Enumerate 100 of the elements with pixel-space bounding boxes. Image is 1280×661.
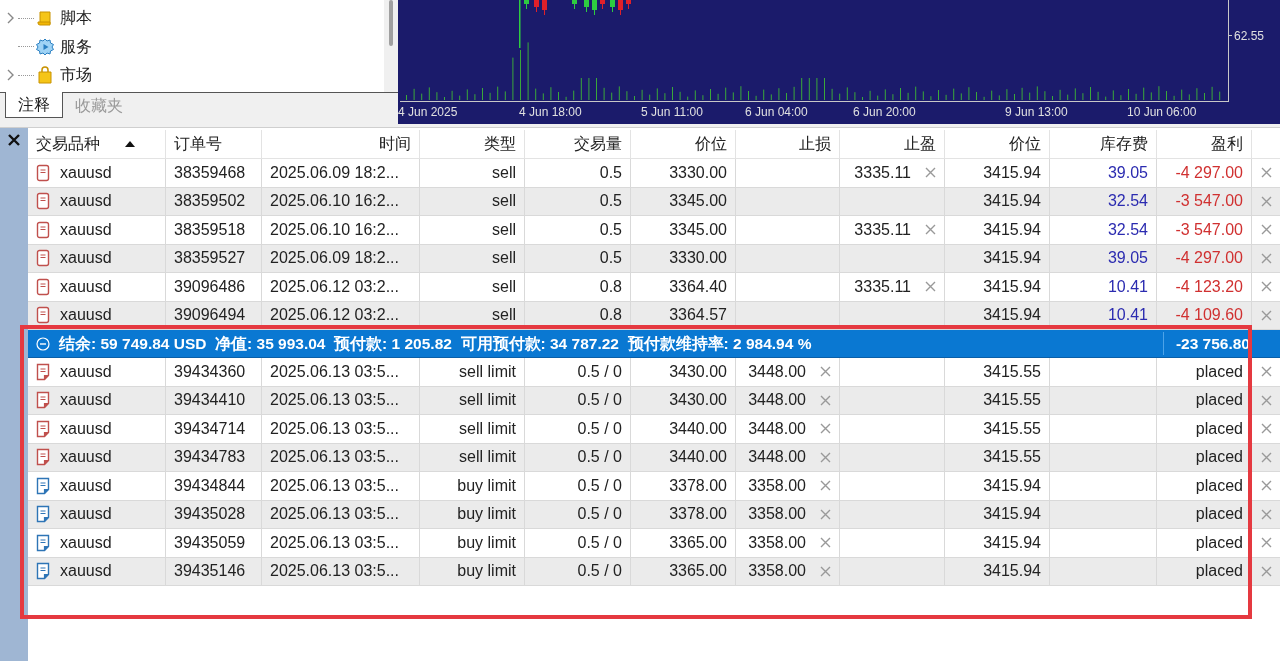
table-cell-text: 0.5 / 0 <box>577 561 622 582</box>
column-header[interactable]: 库存费 <box>1100 132 1148 156</box>
table-cell-text: 39434714 <box>174 418 246 439</box>
table-cell-text: 3378.00 <box>669 504 727 525</box>
table-cell-text: 3415.94 <box>983 475 1041 496</box>
time-axis-label: 6 Jun 20:00 <box>853 104 916 121</box>
table-cell-text: 3358.00 <box>748 532 806 553</box>
remove-icon[interactable] <box>820 508 831 520</box>
table-cell-text: 38359468 <box>174 162 246 183</box>
table-cell-text: placed <box>1195 361 1243 382</box>
column-header[interactable]: 盈利 <box>1211 132 1243 156</box>
table-cell-text: buy limit <box>457 532 516 553</box>
table-cell-text: placed <box>1195 390 1243 411</box>
remove-icon[interactable] <box>820 366 831 378</box>
close-icon[interactable] <box>8 134 20 146</box>
table-cell-text: 3345.00 <box>669 219 727 240</box>
table-cell-text: 3415.94 <box>983 248 1041 269</box>
table-cell-text: sell <box>492 305 516 326</box>
table-cell-text: xauusd <box>60 475 112 496</box>
remove-icon[interactable] <box>925 281 936 293</box>
table-cell-text: 3415.94 <box>983 276 1041 297</box>
table-cell-text: 38359518 <box>174 219 246 240</box>
table-cell-text: xauusd <box>60 276 112 297</box>
table-cell-text: 2025.06.12 03:2... <box>270 305 399 326</box>
table-cell-text: 39434844 <box>174 475 246 496</box>
remove-icon[interactable] <box>820 451 831 463</box>
table-cell-text: sell <box>492 248 516 269</box>
table-cell-text: 0.5 / 0 <box>577 390 622 411</box>
candlestick <box>542 0 547 15</box>
remove-icon[interactable] <box>820 394 831 406</box>
table-cell-text: xauusd <box>60 447 112 468</box>
table-cell-text: xauusd <box>60 390 112 411</box>
time-axis-label: 5 Jun 11:00 <box>641 104 703 121</box>
table-cell-text: placed <box>1195 504 1243 525</box>
table-cell-text: 3448.00 <box>748 418 806 439</box>
tree-item[interactable]: 脚本 <box>60 6 92 31</box>
table-cell-text: 3358.00 <box>748 561 806 582</box>
table-cell-text: 32.54 <box>1107 191 1148 212</box>
expand-chevron-icon[interactable] <box>6 11 16 26</box>
candlestick <box>618 0 623 15</box>
table-cell-text: 2025.06.13 03:5... <box>270 532 399 553</box>
price-axis-label: 62.55 <box>1234 28 1265 45</box>
table-cell-text: 2025.06.13 03:5... <box>270 361 399 382</box>
table-cell-text: 3335.11 <box>854 219 911 240</box>
table-cell-text: 39434783 <box>174 447 246 468</box>
remove-icon[interactable] <box>925 224 936 236</box>
scrollbar-thumb[interactable] <box>389 0 393 46</box>
table-cell-text: 3415.55 <box>983 390 1041 411</box>
table-cell-text: 3415.94 <box>983 504 1041 525</box>
table-cell-text: 2025.06.13 03:5... <box>270 418 399 439</box>
table-cell-text: placed <box>1195 475 1243 496</box>
column-header[interactable]: 价位 <box>1009 132 1041 156</box>
candlestick <box>572 0 577 9</box>
column-header[interactable]: 止损 <box>799 132 831 156</box>
table-cell-text: 3358.00 <box>748 504 806 525</box>
table-cell-text: 2025.06.10 16:2... <box>270 191 399 212</box>
table-cell-text: xauusd <box>60 418 112 439</box>
table-cell-text: 38359502 <box>174 191 246 212</box>
table-cell-text: sell <box>492 276 516 297</box>
remove-icon[interactable] <box>820 565 831 577</box>
table-cell-text: 39434360 <box>174 361 246 382</box>
remove-icon[interactable] <box>820 480 831 492</box>
column-header[interactable]: 时间 <box>379 132 411 156</box>
column-header[interactable]: 止盈 <box>904 132 936 156</box>
tree-item[interactable]: 市场 <box>60 63 92 88</box>
column-header[interactable]: 类型 <box>484 132 516 156</box>
collapse-icon[interactable] <box>36 336 50 351</box>
column-header[interactable]: 订单号 <box>174 132 222 156</box>
table-cell-text: 3415.94 <box>983 219 1041 240</box>
tree-item[interactable]: 服务 <box>60 34 92 59</box>
table-cell-text: 39096494 <box>174 305 246 326</box>
table-cell-text: 3415.55 <box>983 418 1041 439</box>
remove-icon[interactable] <box>925 167 936 179</box>
remove-icon[interactable] <box>820 423 831 435</box>
table-cell-text: 0.8 <box>599 276 622 297</box>
table-cell-text: 39434410 <box>174 390 246 411</box>
candlestick <box>584 0 589 12</box>
table-cell-text: -4 297.00 <box>1175 248 1243 269</box>
column-header[interactable]: 交易品种 <box>36 132 100 156</box>
candlestick <box>524 0 529 9</box>
table-cell-text: xauusd <box>60 361 112 382</box>
candlestick <box>600 0 605 9</box>
gear-icon <box>36 37 54 56</box>
table-cell-text: xauusd <box>60 561 112 582</box>
time-axis-label: 4 Jun 18:00 <box>519 104 582 121</box>
table-cell-text: xauusd <box>60 248 112 269</box>
table-cell-text: 39435146 <box>174 561 246 582</box>
remove-icon[interactable] <box>820 537 831 549</box>
table-cell-text: 0.5 <box>599 191 622 212</box>
expand-chevron-icon[interactable] <box>6 68 16 83</box>
table-cell-text: 2025.06.13 03:5... <box>270 475 399 496</box>
table-cell-text: 0.5 / 0 <box>577 475 622 496</box>
column-header[interactable]: 交易量 <box>574 132 622 156</box>
table-cell-text: 0.5 / 0 <box>577 447 622 468</box>
table-cell-text: xauusd <box>60 532 112 553</box>
time-axis-label: 9 Jun 13:00 <box>1005 104 1068 121</box>
table-cell-text: -4 297.00 <box>1175 162 1243 183</box>
navigator-tab[interactable]: 注释 <box>5 92 63 118</box>
table-cell-text: -3 547.00 <box>1175 219 1243 240</box>
column-header[interactable]: 价位 <box>695 132 727 156</box>
